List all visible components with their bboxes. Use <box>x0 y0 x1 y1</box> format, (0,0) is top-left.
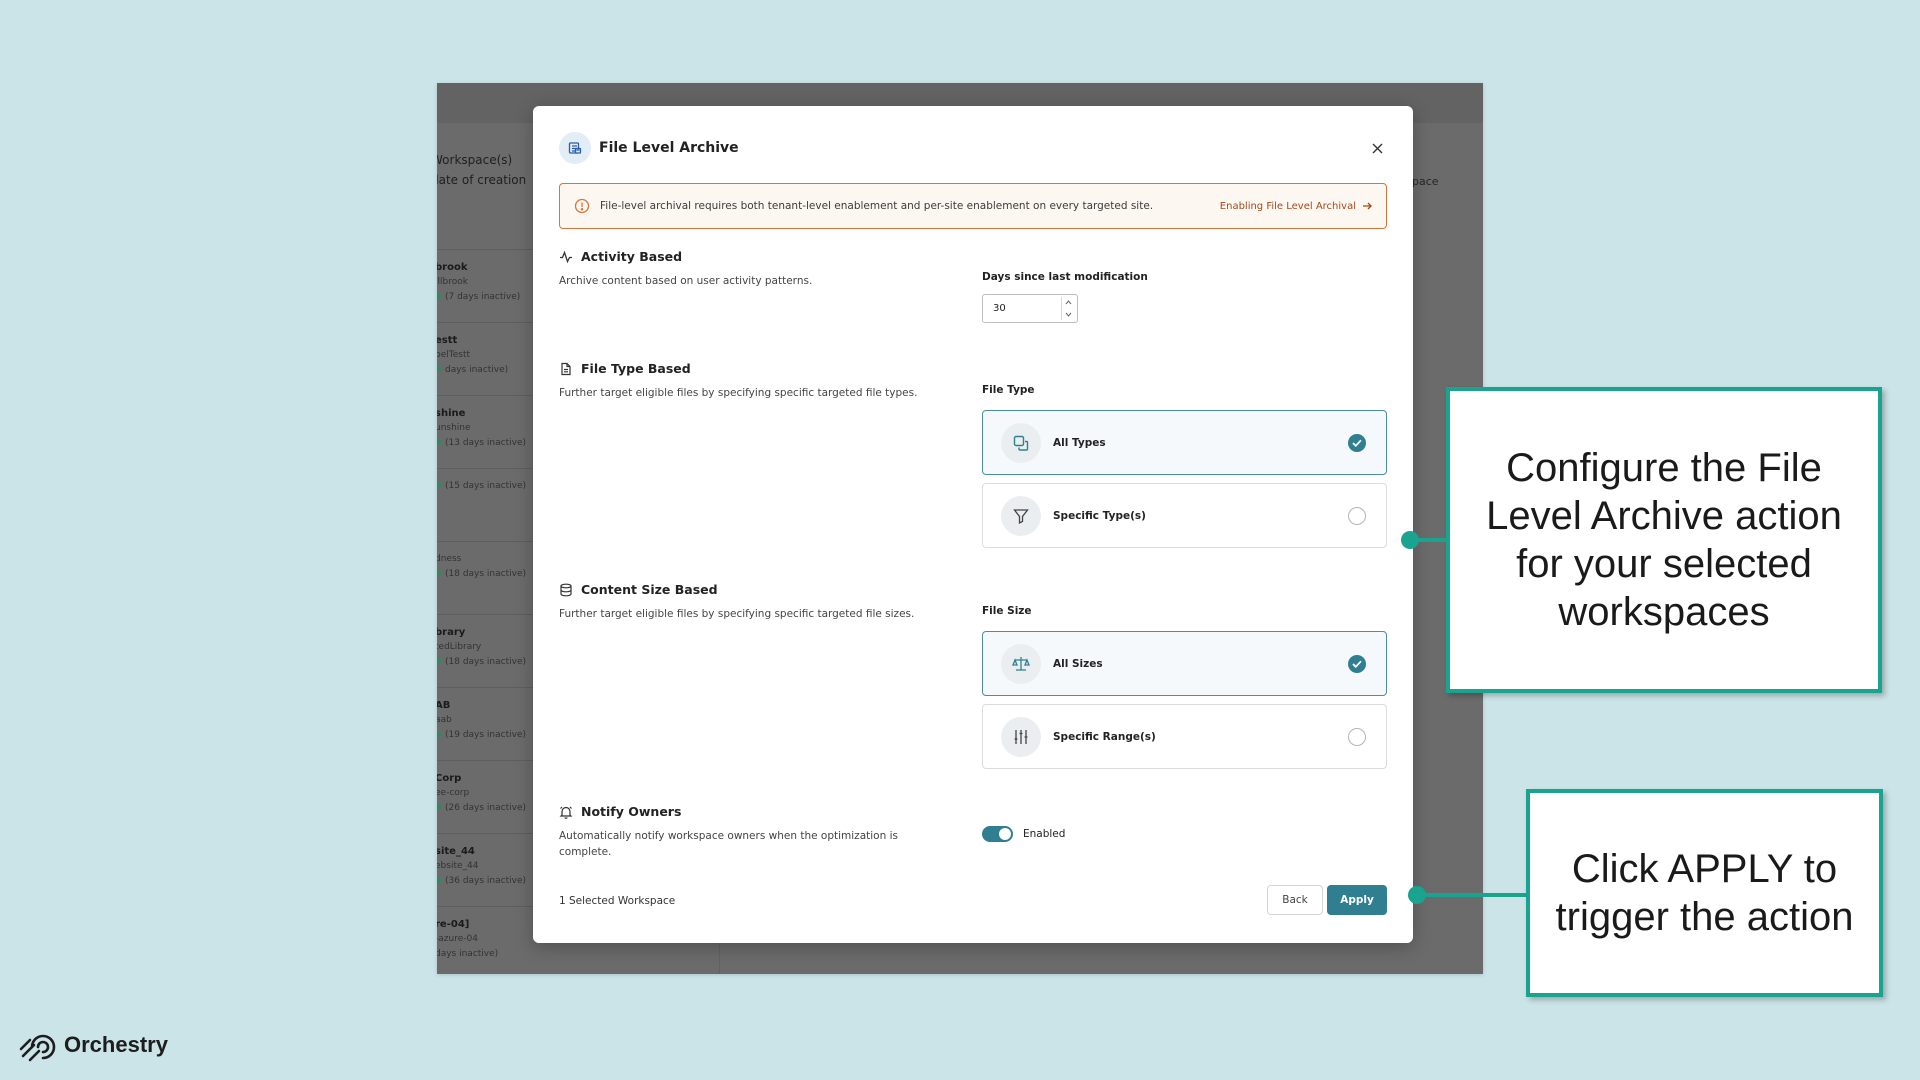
status-dot-icon <box>437 570 441 576</box>
file-type-label: File Type <box>982 384 1035 396</box>
alert-message: File-level archival requires both tenant… <box>600 200 1154 212</box>
status-dot-icon <box>437 731 441 737</box>
warning-alert: File-level archival requires both tenant… <box>559 183 1387 229</box>
chevron-down-icon <box>1065 312 1072 317</box>
app-table-header: Workspace(s) date of creation <box>437 153 547 193</box>
selected-check-icon <box>1348 654 1366 673</box>
app-table-row: brook illbrook (7 days inactive) <box>437 249 537 322</box>
toggle-status-label: Enabled <box>1023 828 1066 840</box>
warning-circle-icon <box>574 198 590 214</box>
apply-callout: Click APPLY to trigger the action <box>1526 789 1883 997</box>
filter-icon <box>1001 495 1041 536</box>
app-table-row: estt belTestt days inactive) <box>437 322 537 395</box>
app-table-row: Corp ee-corp (26 days inactive) <box>437 760 537 833</box>
enabling-archival-link[interactable]: Enabling File Level Archival <box>1220 201 1372 212</box>
file-type-description: Further target eligible files by specify… <box>559 387 918 399</box>
header-workspaces: Workspace(s) <box>437 153 513 167</box>
days-stepper <box>1061 297 1075 320</box>
selected-check-icon <box>1348 433 1366 452</box>
status-dot-icon <box>437 439 441 445</box>
configure-callout: Configure the File Level Archive action … <box>1446 387 1882 693</box>
apply-button[interactable]: Apply <box>1327 885 1387 915</box>
orchestry-logo-icon <box>19 1034 56 1062</box>
status-dot-icon <box>437 658 441 664</box>
app-right-header: pace <box>1412 175 1439 188</box>
file-type-field: File Type All Types Specific Type(s) <box>982 384 1387 548</box>
radio-unselected-icon <box>1348 506 1366 525</box>
activity-description: Archive content based on user activity p… <box>559 275 813 287</box>
dialog-header: File Level Archive <box>559 132 1387 164</box>
option-all-types[interactable]: All Types <box>982 410 1387 475</box>
status-dot-icon <box>437 293 441 299</box>
file-type-section: File Type Based Further target eligible … <box>559 361 959 401</box>
notify-owners-description: Automatically notify workspace owners wh… <box>559 830 898 858</box>
notify-owners-section: Notify Owners Automatically notify works… <box>559 804 959 860</box>
status-dot-icon <box>437 804 441 810</box>
increment-button[interactable] <box>1062 297 1075 309</box>
header-date-creation: date of creation <box>437 173 527 187</box>
app-table-row: dness (18 days inactive) <box>437 541 537 614</box>
close-button[interactable] <box>1367 138 1387 158</box>
file-size-field: File Size All Sizes Specific Range(s) <box>982 605 1387 769</box>
app-table-row: shine unshine (13 days inactive) <box>437 395 537 468</box>
status-dot-icon <box>437 366 441 372</box>
database-icon <box>560 583 572 596</box>
app-table-row: brary tedLibrary (18 days inactive) <box>437 614 537 687</box>
option-specific-types[interactable]: Specific Type(s) <box>982 483 1387 548</box>
decrement-button[interactable] <box>1062 309 1075 321</box>
file-level-archive-dialog: File Level Archive File-level archival r… <box>533 106 1413 943</box>
activity-pulse-icon <box>560 250 572 263</box>
brand-name: Orchestry <box>64 1032 168 1057</box>
notify-owners-title: Notify Owners <box>581 804 682 819</box>
scale-icon <box>1001 643 1041 684</box>
option-specific-ranges[interactable]: Specific Range(s) <box>982 704 1387 769</box>
days-input[interactable] <box>983 303 1053 314</box>
days-since-modification-field: Days since last modification <box>982 271 1387 323</box>
file-size-label: File Size <box>982 605 1032 617</box>
back-button[interactable]: Back <box>1267 885 1323 915</box>
option-all-sizes[interactable]: All Sizes <box>982 631 1387 696</box>
close-icon <box>1372 143 1382 153</box>
callout-connector-line <box>1410 538 1448 542</box>
notify-owners-toggle[interactable] <box>982 826 1013 842</box>
app-table-row: AB aab (19 days inactive) <box>437 687 537 760</box>
content-size-section: Content Size Based Further target eligib… <box>559 582 959 622</box>
days-number-input[interactable] <box>982 294 1078 323</box>
activity-title: Activity Based <box>581 249 683 264</box>
status-dot-icon <box>437 877 441 883</box>
file-icon <box>561 362 571 375</box>
sliders-icon <box>1001 716 1041 757</box>
selected-workspace-count: 1 Selected Workspace <box>559 895 676 907</box>
copy-files-icon <box>1001 422 1041 463</box>
arrow-right-icon <box>1363 202 1372 210</box>
days-since-modification-label: Days since last modification <box>982 271 1148 283</box>
chevron-up-icon <box>1065 300 1072 305</box>
bell-icon <box>559 806 573 819</box>
brand-logo: Orchestry <box>18 1027 168 1063</box>
content-size-title: Content Size Based <box>581 582 718 597</box>
notify-toggle-field: Enabled <box>982 826 1387 842</box>
app-table-row: (15 days inactive) <box>437 468 537 541</box>
status-dot-icon <box>437 482 441 488</box>
archive-icon <box>559 132 591 164</box>
app-table-row: re-04] -azure-04 days inactive) <box>437 906 537 974</box>
activity-based-section: Activity Based Archive content based on … <box>559 249 959 289</box>
app-table-row: site_44 ebsite_44 (36 days inactive) <box>437 833 537 906</box>
file-type-title: File Type Based <box>581 361 691 376</box>
callout-connector-line <box>1417 893 1528 897</box>
radio-unselected-icon <box>1348 727 1366 746</box>
content-size-description: Further target eligible files by specify… <box>559 608 915 620</box>
dialog-title: File Level Archive <box>599 140 739 156</box>
